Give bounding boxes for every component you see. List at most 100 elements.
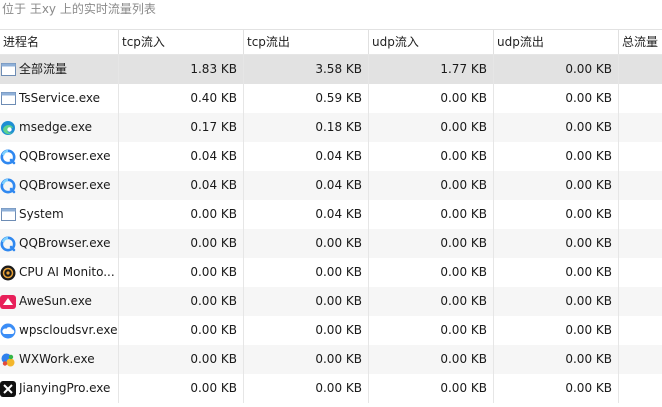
total-cell [619,287,662,316]
edge-icon [0,120,16,136]
udp-out-cell: 0.00 KB [494,55,619,84]
process-name-cell: QQBrowser.exe [0,142,119,171]
table-row[interactable]: TsService.exe 0.40 KB 0.59 KB 0.00 KB 0.00 K… [0,84,662,113]
process-name: System [19,207,64,221]
tcp-in-cell: 0.00 KB [119,316,244,345]
tcp-in-cell: 0.00 KB [119,287,244,316]
udp-out-cell: 0.00 KB [494,113,619,142]
process-name-cell: msedge.exe [0,113,119,142]
qqbrowser-icon [0,149,16,165]
process-name-cell: wpscloudsvr.exe [0,316,119,345]
qqbrowser-icon [0,236,16,252]
table-row[interactable]: CPU AI Monito... 0.00 KB 0.00 KB 0.00 KB 0.0… [0,258,662,287]
udp-in-cell: 1.77 KB [369,55,494,84]
table-row[interactable]: AweSun.exe 0.00 KB 0.00 KB 0.00 KB 0.00 KB [0,287,662,316]
cloud-icon [0,323,16,339]
tcp-out-cell: 0.00 KB [244,229,369,258]
column-header-total[interactable]: 总流量 [619,30,662,54]
tcp-out-cell: 3.58 KB [244,55,369,84]
udp-out-cell: 0.00 KB [494,200,619,229]
table-row[interactable]: QQBrowser.exe 0.00 KB 0.00 KB 0.00 KB 0.00 K… [0,229,662,258]
window-icon [0,62,16,78]
total-cell [619,316,662,345]
tcp-in-cell: 0.17 KB [119,113,244,142]
process-name-cell: JianyingPro.exe [0,374,119,403]
tcp-in-cell: 0.00 KB [119,345,244,374]
tcp-in-cell: 0.00 KB [119,258,244,287]
process-name-cell: WXWork.exe [0,345,119,374]
table-header: 进程名 tcp流入 tcp流出 udp流入 udp流出 总流量 [0,30,662,55]
udp-in-cell: 0.00 KB [369,287,494,316]
udp-out-cell: 0.00 KB [494,345,619,374]
traffic-table: 进程名 tcp流入 tcp流出 udp流入 udp流出 总流量 全部流量 1.83… [0,29,662,403]
total-cell [619,200,662,229]
tcp-in-cell: 0.00 KB [119,229,244,258]
table-row[interactable]: msedge.exe 0.17 KB 0.18 KB 0.00 KB 0.00 KB [0,113,662,142]
process-name: QQBrowser.exe [19,149,111,163]
total-cell [619,229,662,258]
tcp-out-cell: 0.00 KB [244,258,369,287]
tcp-in-cell: 0.00 KB [119,374,244,403]
page-subtitle: 位于 王xy 上的实时流量列表 [2,2,156,16]
column-header-udp-in[interactable]: udp流入 [369,30,494,54]
process-name: WXWork.exe [19,352,95,366]
total-cell [619,374,662,403]
total-cell [619,55,662,84]
awesun-icon [0,294,16,310]
process-name-cell: System [0,200,119,229]
column-header-process[interactable]: 进程名 [0,30,119,54]
process-name: CPU AI Monito... [19,265,115,279]
process-name: msedge.exe [19,120,93,134]
process-name-cell: CPU AI Monito... [0,258,119,287]
process-name: QQBrowser.exe [19,178,111,192]
tcp-in-cell: 1.83 KB [119,55,244,84]
cpu-monitor-icon [0,265,16,281]
process-name: wpscloudsvr.exe [19,323,118,337]
total-cell [619,84,662,113]
column-header-udp-out[interactable]: udp流出 [494,30,619,54]
table-row[interactable]: wpscloudsvr.exe 0.00 KB 0.00 KB 0.00 KB 0.00… [0,316,662,345]
tcp-in-cell: 0.04 KB [119,171,244,200]
column-header-tcp-out[interactable]: tcp流出 [244,30,369,54]
tcp-out-cell: 0.00 KB [244,345,369,374]
process-name-cell: TsService.exe [0,84,119,113]
jianying-icon [0,380,16,397]
udp-in-cell: 0.00 KB [369,229,494,258]
udp-out-cell: 0.00 KB [494,374,619,403]
process-name: AweSun.exe [19,294,92,308]
udp-in-cell: 0.00 KB [369,345,494,374]
udp-in-cell: 0.00 KB [369,316,494,345]
process-name-cell: AweSun.exe [0,287,119,316]
udp-in-cell: 0.00 KB [369,200,494,229]
total-cell [619,171,662,200]
window-icon [0,91,16,107]
udp-out-cell: 0.00 KB [494,258,619,287]
process-name-cell: QQBrowser.exe [0,229,119,258]
table-row[interactable]: QQBrowser.exe 0.04 KB 0.04 KB 0.00 KB 0.00 K… [0,171,662,200]
tcp-out-cell: 0.00 KB [244,316,369,345]
window-icon [0,207,16,223]
tcp-out-cell: 0.00 KB [244,287,369,316]
table-row[interactable]: JianyingPro.exe 0.00 KB 0.00 KB 0.00 KB 0.00… [0,374,662,403]
process-name: TsService.exe [19,91,101,105]
wxwork-icon [0,352,16,368]
udp-in-cell: 0.00 KB [369,113,494,142]
table-row[interactable]: System 0.00 KB 0.04 KB 0.00 KB 0.00 KB [0,200,662,229]
udp-out-cell: 0.00 KB [494,229,619,258]
udp-out-cell: 0.00 KB [494,142,619,171]
table-row[interactable]: QQBrowser.exe 0.04 KB 0.04 KB 0.00 KB 0.00 K… [0,142,662,171]
udp-in-cell: 0.00 KB [369,142,494,171]
tcp-out-cell: 0.18 KB [244,113,369,142]
udp-out-cell: 0.00 KB [494,171,619,200]
column-header-tcp-in[interactable]: tcp流入 [119,30,244,54]
process-name-cell: 全部流量 [0,55,119,84]
tcp-in-cell: 0.00 KB [119,200,244,229]
table-row[interactable]: WXWork.exe 0.00 KB 0.00 KB 0.00 KB 0.00 KB [0,345,662,374]
process-name: JianyingPro.exe [19,381,111,395]
process-name: QQBrowser.exe [19,236,111,250]
tcp-out-cell: 0.00 KB [244,374,369,403]
process-name-cell: QQBrowser.exe [0,171,119,200]
total-cell [619,258,662,287]
table-row[interactable]: 全部流量 1.83 KB 3.58 KB 1.77 KB 0.00 KB [0,55,662,84]
tcp-in-cell: 0.40 KB [119,84,244,113]
